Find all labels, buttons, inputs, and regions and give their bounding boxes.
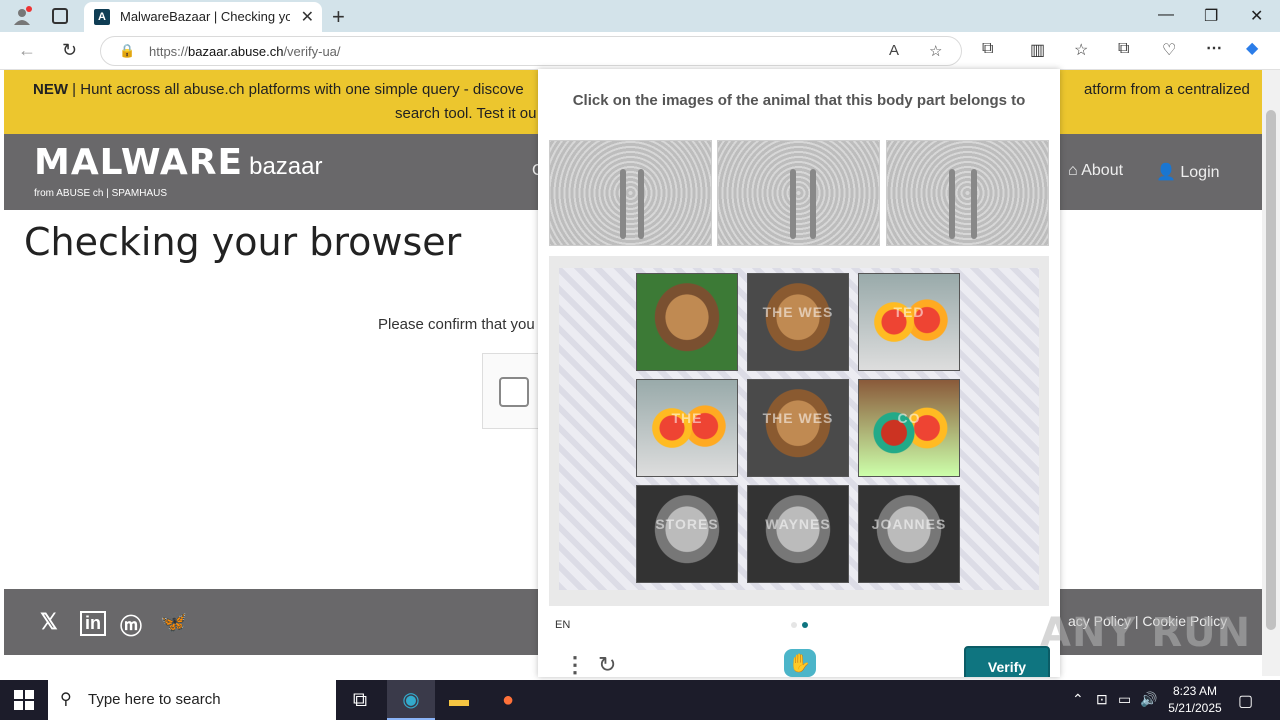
banner-text-right: atform from a centralized xyxy=(1084,81,1250,98)
file-explorer-icon[interactable]: ▬ xyxy=(435,680,483,720)
close-tab-icon[interactable]: ✕ xyxy=(301,7,314,27)
nav-login[interactable]: 👤 Login xyxy=(1156,162,1220,182)
favorites-icon[interactable]: ☆ xyxy=(1074,40,1088,60)
taskbar-search[interactable]: ⚲ Type here to search xyxy=(48,680,336,720)
edge-taskbar-icon[interactable]: ◉ xyxy=(387,680,435,720)
browser-tab-bar: A MalwareBazaar | Checking your b ✕ + — … xyxy=(0,0,1280,32)
captcha-prompt: Click on the images of the animal that t… xyxy=(572,92,1026,109)
home-icon: ⌂ xyxy=(1068,162,1082,179)
logo-malware: MALWARE xyxy=(34,142,244,183)
minimize-icon[interactable]: — xyxy=(1158,6,1174,24)
hcaptcha-logo-icon[interactable]: ✋ xyxy=(784,649,816,677)
malwarebazaar-logo[interactable]: MALWARE bazaar from ABUSE ch | SPAMHAUS xyxy=(34,142,323,199)
window-close-icon[interactable]: ✕ xyxy=(1250,6,1263,26)
bluesky-icon[interactable]: 🦋 xyxy=(160,609,187,635)
grid-image-camel[interactable]: THE WES xyxy=(747,273,849,371)
banner-link[interactable]: search tool. Test it ou xyxy=(395,105,536,122)
page-title: Checking your browser xyxy=(24,220,462,264)
lock-icon[interactable]: 🔒 xyxy=(119,43,135,59)
tab-title: MalwareBazaar | Checking your b xyxy=(120,9,290,24)
windows-taskbar: ⚲ Type here to search ⧉ ◉ ▬ ● ⌃ ⊡ ▭ 🔊 8:… xyxy=(0,680,1280,720)
menu-icon[interactable]: ⋮ xyxy=(564,652,586,677)
anyrun-watermark: ANY RUN xyxy=(1040,610,1252,656)
nav-about[interactable]: ⌂ About xyxy=(1068,162,1123,180)
mastodon-icon[interactable]: ⓜ xyxy=(120,609,142,641)
grid-image-camel[interactable]: WAYNES xyxy=(747,485,849,583)
task-view-icon[interactable]: ⧉ xyxy=(336,680,384,720)
extensions-icon[interactable]: ⧉ xyxy=(982,40,993,58)
copilot-icon[interactable]: ◆ xyxy=(1246,38,1258,58)
address-bar[interactable]: 🔒 https://bazaar.abuse.ch/verify-ua/ A ☆ xyxy=(100,36,962,66)
x-icon[interactable]: 𝕏 xyxy=(40,609,58,635)
firefox-icon[interactable]: ● xyxy=(484,680,532,720)
volume-icon[interactable]: 🔊 xyxy=(1140,691,1157,708)
malwarebazaar-favicon: A xyxy=(94,9,110,25)
language-selector[interactable]: EN xyxy=(555,619,570,631)
browser-essentials-icon[interactable]: ♡ xyxy=(1162,40,1176,60)
linkedin-icon[interactable]: in xyxy=(80,611,106,636)
url-text: https://bazaar.abuse.ch/verify-ua/ xyxy=(149,44,341,59)
tray-device-icon[interactable]: ⊡ xyxy=(1096,691,1108,708)
progress-dot xyxy=(791,622,797,628)
refresh-challenge-icon[interactable]: ↻ xyxy=(598,652,616,677)
restore-icon[interactable]: ❐ xyxy=(1204,6,1218,26)
banner-new-label: NEW xyxy=(33,81,68,98)
windows-start-icon[interactable] xyxy=(14,690,34,710)
clock-time: 8:23 AM xyxy=(1172,684,1218,698)
page-scrollbar[interactable] xyxy=(1262,70,1280,676)
captcha-challenge: Click on the images of the animal that t… xyxy=(538,69,1060,677)
logo-bazaar: bazaar xyxy=(249,153,323,180)
example-image xyxy=(886,140,1049,246)
example-image xyxy=(549,140,712,246)
grid-image-parrot[interactable]: THE xyxy=(636,379,738,477)
back-icon[interactable]: ← xyxy=(18,40,36,61)
grid-image-camel[interactable] xyxy=(636,273,738,371)
collections-icon[interactable]: ⧉ xyxy=(1118,40,1129,58)
read-aloud-icon[interactable]: A xyxy=(889,42,899,59)
grid-image-camel[interactable]: JOANNES xyxy=(858,485,960,583)
grid-image-parrot[interactable]: TED xyxy=(858,273,960,371)
search-icon: ⚲ xyxy=(60,691,72,708)
new-tab-icon[interactable]: + xyxy=(332,4,345,30)
grid-image-camel[interactable]: THE WES xyxy=(747,379,849,477)
example-image xyxy=(717,140,880,246)
grid-image-camel[interactable]: STORES xyxy=(636,485,738,583)
challenge-grid-inner: THE WES TED THE THE WES CO STORES WAYNES… xyxy=(559,268,1039,590)
search-placeholder: Type here to search xyxy=(88,691,221,708)
captcha-checkbox[interactable] xyxy=(499,377,529,407)
clock[interactable]: 8:23 AM 5/21/2025 xyxy=(1160,683,1230,717)
favorite-star-icon[interactable]: ☆ xyxy=(929,42,942,60)
progress-dot-active xyxy=(802,622,808,628)
clock-date: 5/21/2025 xyxy=(1168,701,1222,715)
network-icon[interactable]: ▭ xyxy=(1118,691,1131,708)
scrollbar-thumb[interactable] xyxy=(1266,110,1276,630)
notification-icon[interactable]: ▢ xyxy=(1238,691,1253,711)
tab-actions-icon[interactable] xyxy=(52,8,68,24)
split-screen-icon[interactable]: ▥ xyxy=(1030,40,1045,60)
tray-chevron-icon[interactable]: ⌃ xyxy=(1072,691,1084,708)
grid-image-parrot[interactable]: CO xyxy=(858,379,960,477)
profile-icon[interactable] xyxy=(12,6,32,26)
browser-tab[interactable]: A MalwareBazaar | Checking your b ✕ xyxy=(84,2,322,32)
confirm-text: Please confirm that you xyxy=(378,316,535,333)
verify-button[interactable]: Verify xyxy=(964,646,1050,677)
refresh-icon[interactable]: ↻ xyxy=(62,40,77,61)
challenge-grid: THE WES TED THE THE WES CO STORES WAYNES… xyxy=(549,256,1049,606)
address-toolbar: ← ↻ 🔒 https://bazaar.abuse.ch/verify-ua/… xyxy=(0,32,1280,70)
logo-from: from ABUSE ch | SPAMHAUS xyxy=(34,188,168,199)
user-icon: 👤 xyxy=(1156,164,1181,181)
banner-text-left: | Hunt across all abuse.ch platforms wit… xyxy=(68,81,524,98)
more-options-icon[interactable]: ⋯ xyxy=(1206,38,1222,58)
